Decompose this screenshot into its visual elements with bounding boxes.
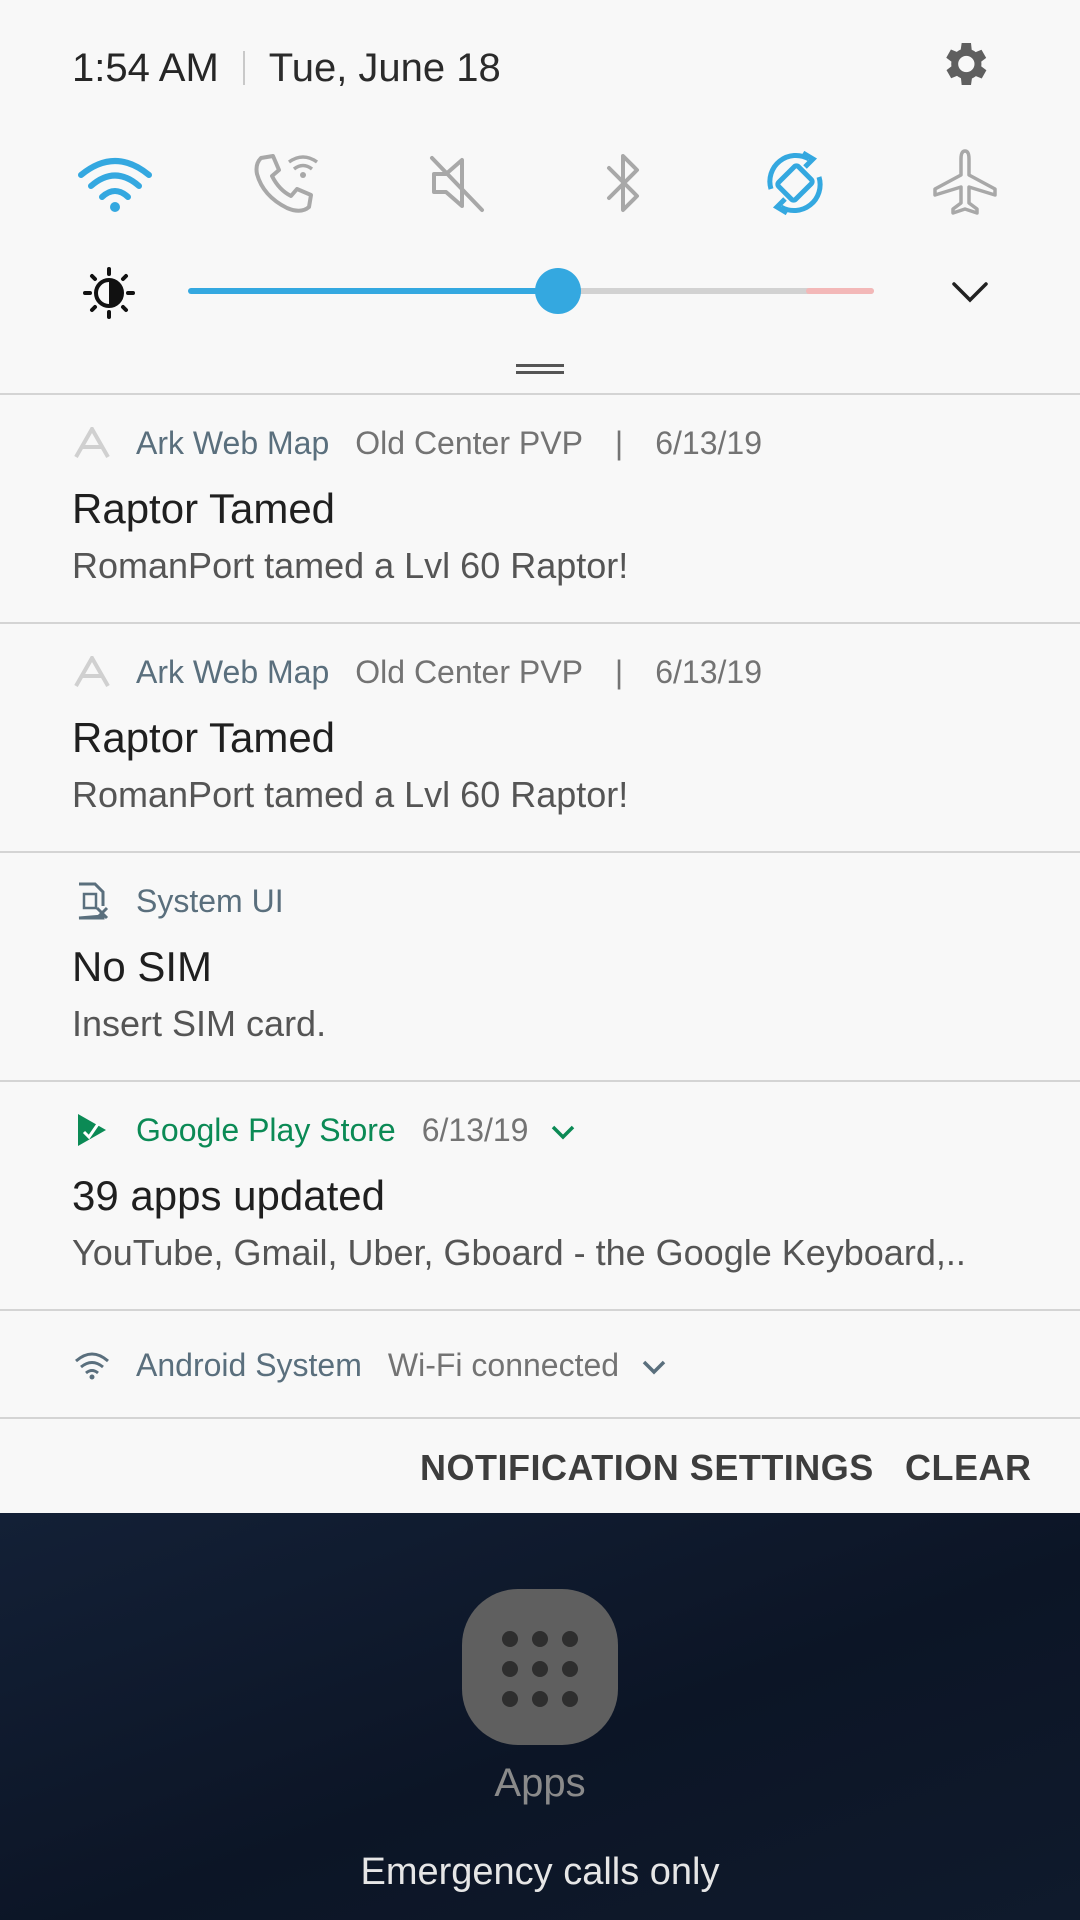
notification-android-system[interactable]: Android System Wi-Fi connected [0,1309,1080,1417]
notification-body: RomanPort tamed a Lvl 60 Raptor! [72,545,629,586]
ark-app-icon [72,423,112,463]
notification-date: 6/13/19 [421,1111,529,1148]
apps-button[interactable] [462,1589,618,1745]
brightness-high-zone [806,288,874,294]
quick-panel: 1:54 AM Tue, June 18 [0,0,1080,393]
expand-chevron-icon[interactable] [550,1112,576,1149]
play-store-icon [72,1110,112,1150]
sound-toggle[interactable] [414,140,500,226]
bluetooth-toggle[interactable] [580,140,666,226]
header-divider [242,51,245,85]
airplane-mode-icon [933,149,997,215]
notification-separator: | [614,653,624,690]
notification-body: YouTube, Gmail, Uber, Gboard - the Googl… [72,1232,966,1273]
wifi-calling-toggle[interactable] [244,140,330,226]
notification-ark-2[interactable]: Ark Web Map Old Center PVP | 6/13/19 Rap… [0,622,1080,851]
wifi-toggle[interactable] [72,140,158,226]
emergency-calls-text: Emergency calls only [360,1851,720,1893]
notification-title: Raptor Tamed [72,714,336,761]
notification-ark-1[interactable]: Ark Web Map Old Center PVP | 6/13/19 Rap… [0,393,1080,622]
notification-settings-button[interactable]: NOTIFICATION SETTINGS [420,1447,874,1489]
settings-gear-icon[interactable] [936,36,992,92]
notification-body: RomanPort tamed a Lvl 60 Raptor! [72,774,629,815]
auto-rotate-toggle[interactable] [752,140,838,226]
apps-label: Apps [494,1761,586,1805]
status-header: 1:54 AM Tue, June 18 [72,40,501,96]
apps-grid-icon [502,1631,578,1707]
mute-icon [430,156,484,212]
notification-subtext: Old Center PVP [355,653,583,690]
airplane-toggle[interactable] [922,140,1008,226]
notification-subtext: Old Center PVP [355,424,583,461]
notification-date: 6/13/19 [655,424,762,461]
expand-chevron-icon[interactable] [641,1347,667,1384]
lockscreen-background: Apps Emergency calls only [0,1513,1080,1920]
brightness-thumb[interactable] [535,268,581,314]
ark-app-icon [72,652,112,692]
notification-separator: | [614,424,624,461]
notification-app-name: Google Play Store [136,1111,396,1148]
drag-handle[interactable] [516,364,564,376]
notification-app-name: System UI [136,882,284,919]
notification-app-name: Ark Web Map [136,424,330,461]
no-sim-icon [72,881,112,921]
notification-title: Raptor Tamed [72,485,336,532]
notification-app-name: Android System [136,1346,362,1383]
wifi-small-icon [72,1345,112,1385]
wifi-icon [78,158,152,212]
clock: 1:54 AM [72,45,219,90]
notification-title: No SIM [72,943,213,990]
brightness-slider[interactable] [188,268,874,314]
auto-rotate-icon [767,150,823,216]
clear-button[interactable]: CLEAR [905,1447,1032,1489]
date[interactable]: Tue, June 18 [269,46,501,91]
chevron-down-icon[interactable] [950,274,990,310]
brightness-icon [82,266,136,320]
wifi-calling-icon [254,154,319,213]
notification-play-store[interactable]: Google Play Store 6/13/19 39 apps update… [0,1080,1080,1309]
brightness-fill [188,288,558,294]
notification-title: 39 apps updated [72,1172,385,1219]
notification-body: Insert SIM card. [72,1003,327,1044]
bluetooth-icon [607,154,639,212]
notification-app-name: Ark Web Map [136,653,330,690]
notification-subtext: Wi-Fi connected [387,1346,620,1383]
notification-system-ui[interactable]: System UI No SIM Insert SIM card. [0,851,1080,1080]
notification-date: 6/13/19 [655,653,762,690]
notification-actions: NOTIFICATION SETTINGS CLEAR [0,1417,1080,1513]
